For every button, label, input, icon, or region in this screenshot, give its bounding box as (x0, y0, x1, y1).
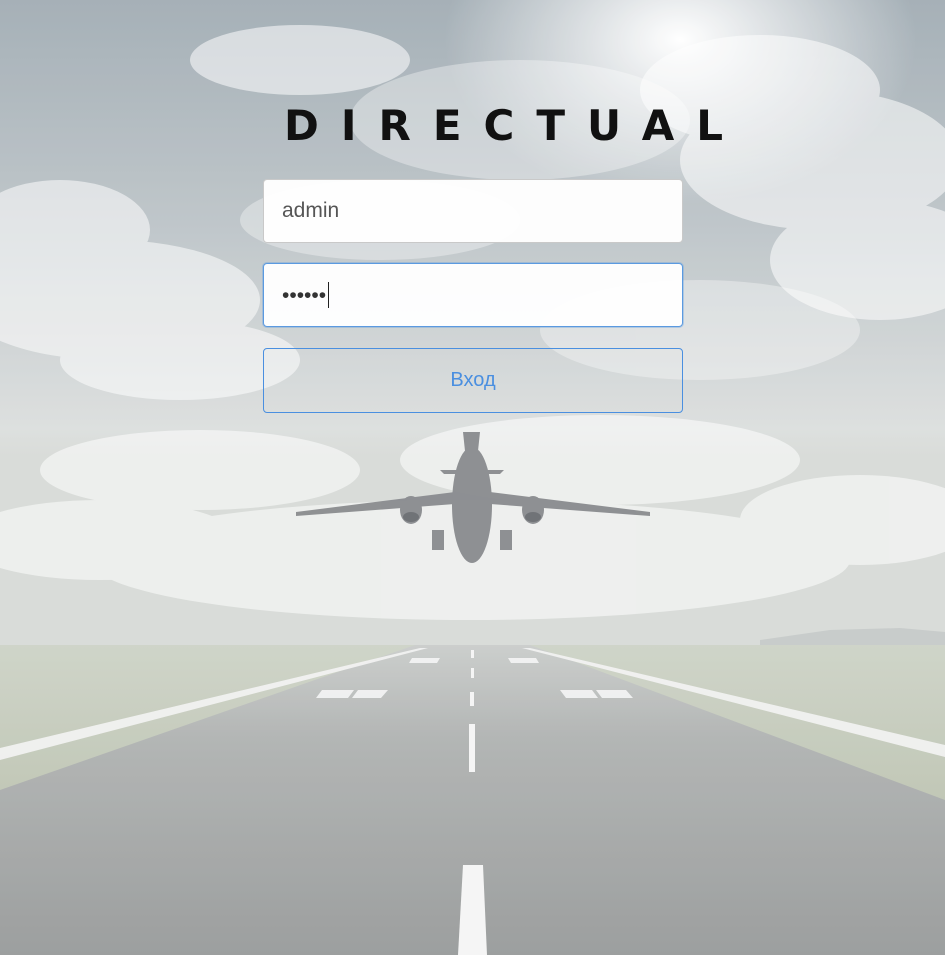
username-input[interactable] (263, 179, 683, 243)
login-button[interactable]: Вход (263, 348, 683, 413)
text-cursor (328, 282, 330, 308)
brand-logo: DIRECTUAL (284, 101, 746, 150)
login-container: DIRECTUAL •••••• Вход (0, 0, 945, 955)
password-masked-value: •••••• (282, 283, 327, 307)
password-input[interactable]: •••••• (263, 263, 683, 327)
login-page: DIRECTUAL •••••• Вход (0, 0, 945, 955)
